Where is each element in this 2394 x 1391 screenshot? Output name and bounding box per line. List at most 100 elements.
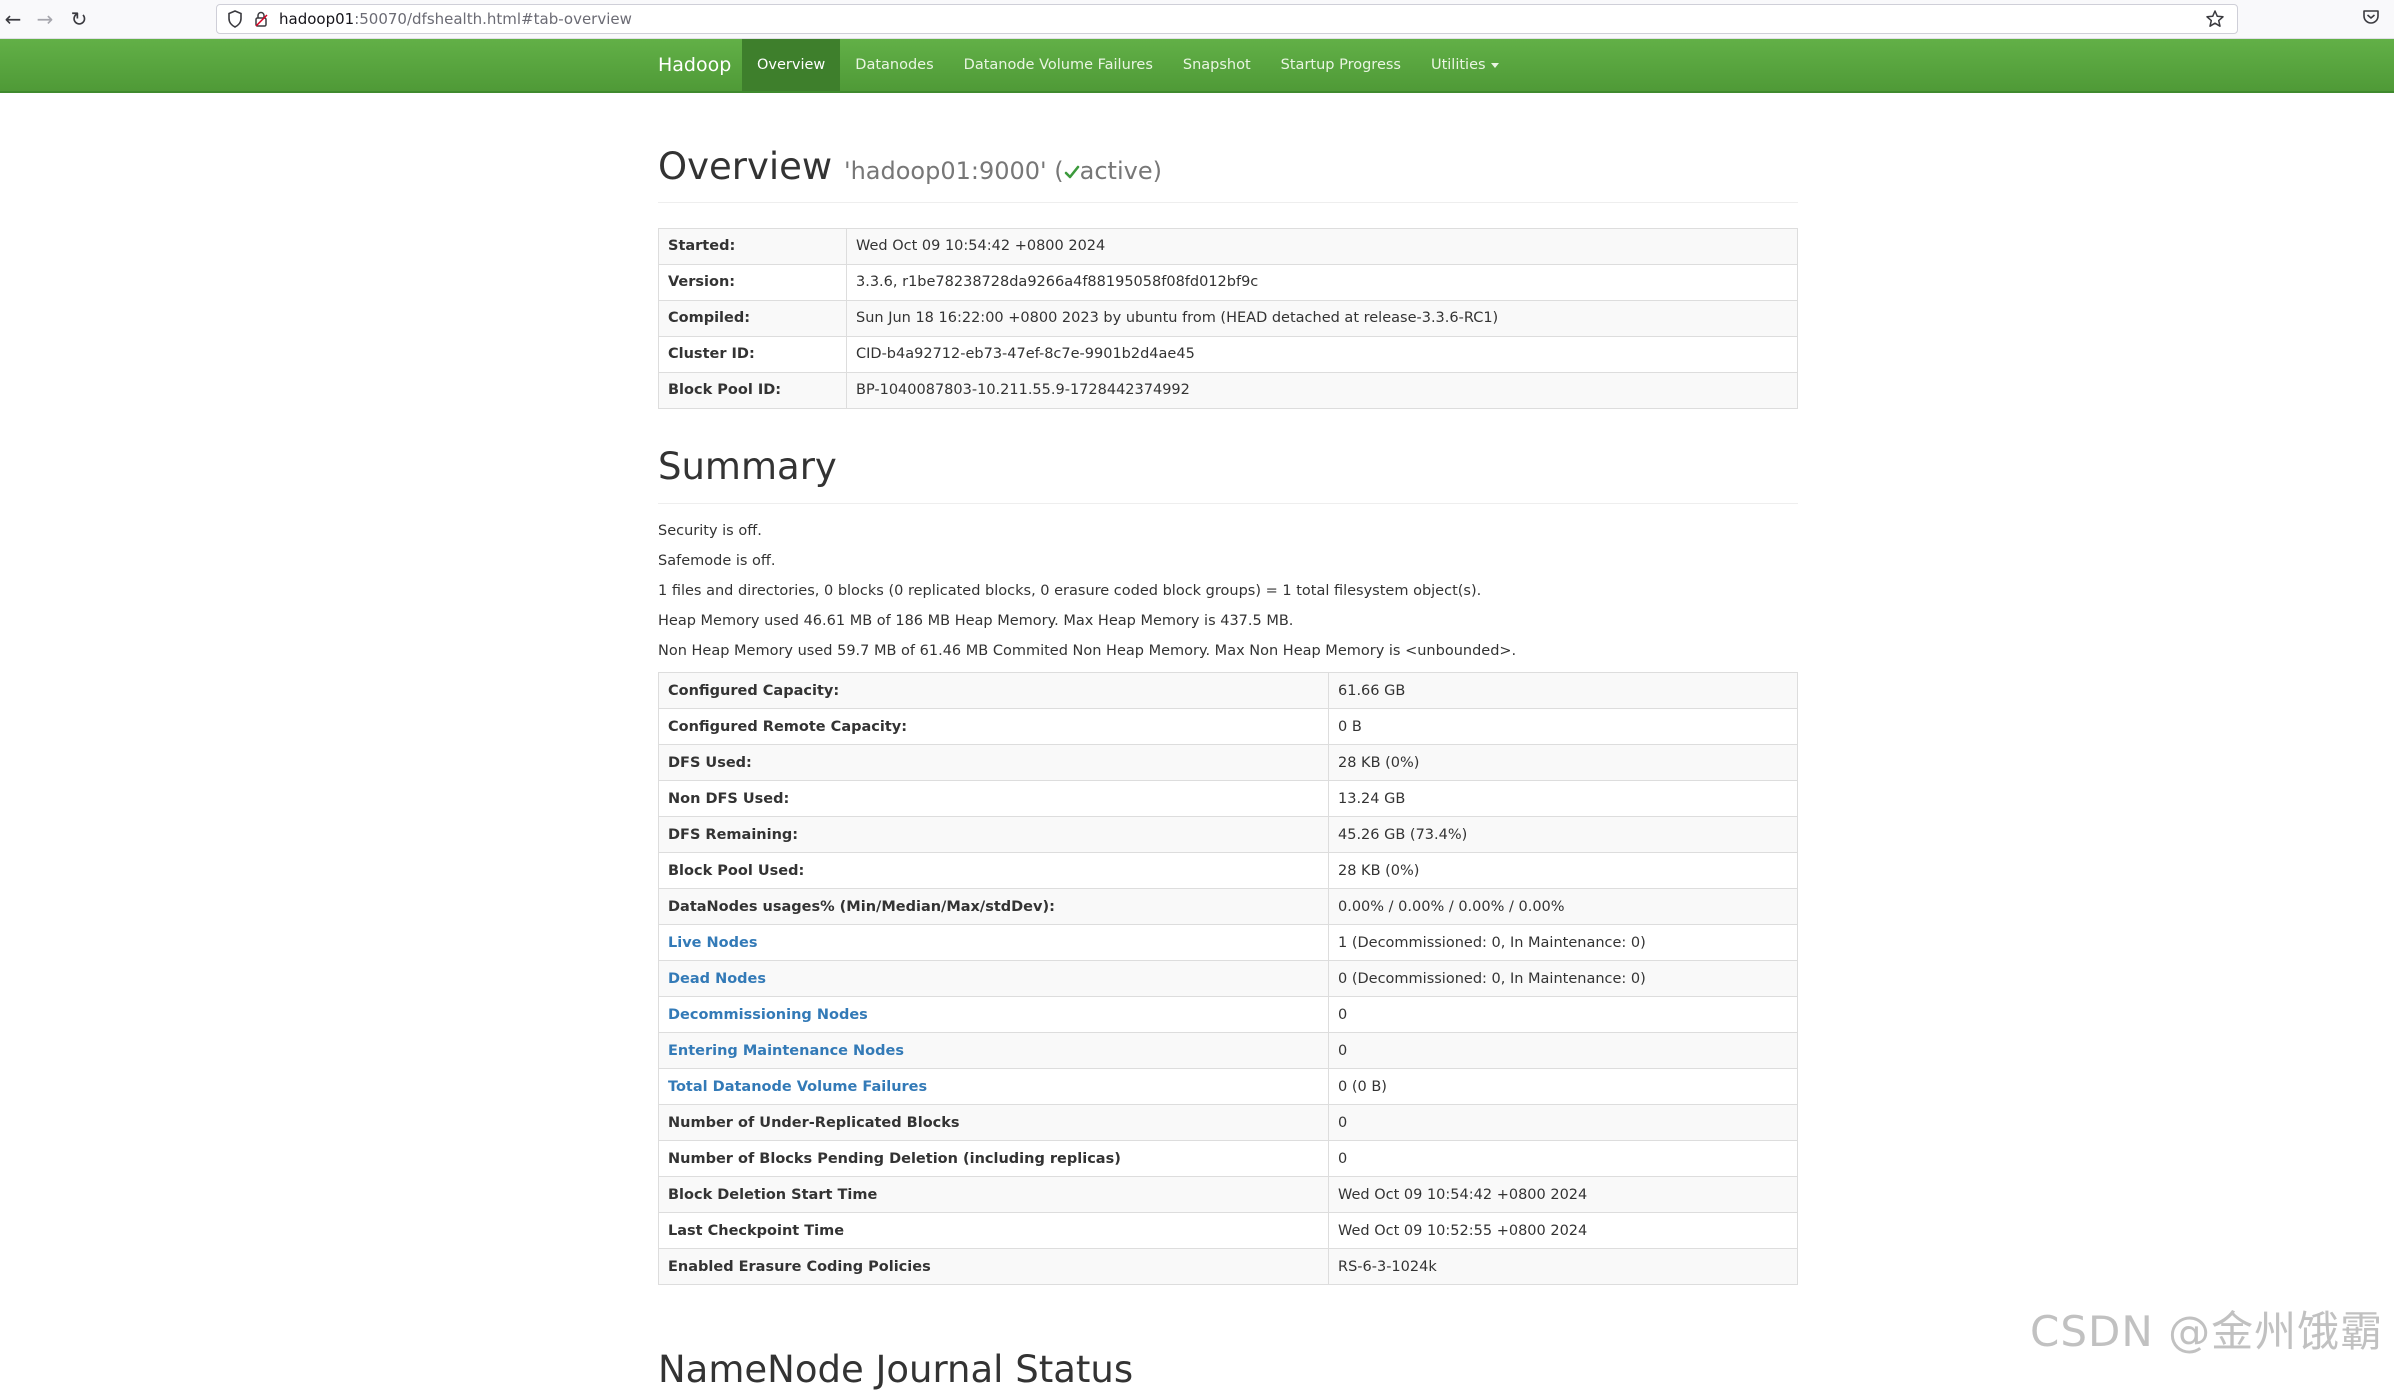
row-label: DFS Remaining: <box>658 816 1329 854</box>
dead-nodes-link[interactable]: Dead Nodes <box>668 971 766 987</box>
row-label: Number of Under-Replicated Blocks <box>658 1104 1329 1142</box>
brand-logo[interactable]: Hadoop <box>658 39 731 91</box>
nav-menu: Overview Datanodes Datanode Volume Failu… <box>742 39 1514 91</box>
row-value: CID-b4a92712-eb73-47ef-8c7e-9901b2d4ae45 <box>846 335 1798 373</box>
row-label: Block Pool Used: <box>658 852 1329 890</box>
overview-table: Started: Wed Oct 09 10:54:42 +0800 2024 V… <box>658 227 1798 409</box>
row-label: Cluster ID: <box>658 335 847 373</box>
table-row: Live Nodes 1 (Decommissioned: 0, In Maint… <box>658 924 1798 962</box>
summary-header: Summary <box>658 444 1798 505</box>
table-row: Started: Wed Oct 09 10:54:42 +0800 2024 <box>658 227 1798 265</box>
tab-datanodes[interactable]: Datanodes <box>840 39 948 91</box>
shield-icon[interactable] <box>227 10 243 32</box>
table-row: Version: 3.3.6, r1be78238728da9266a4f8819… <box>658 263 1798 301</box>
row-value: 0 <box>1328 1032 1798 1070</box>
table-row: Total Datanode Volume Failures 0 (0 B) <box>658 1068 1798 1106</box>
tab-startup-progress[interactable]: Startup Progress <box>1266 39 1416 91</box>
row-label: Configured Capacity: <box>658 672 1329 710</box>
live-nodes-link[interactable]: Live Nodes <box>668 935 758 951</box>
caret-down-icon <box>1490 62 1499 68</box>
url-host: hadoop01 <box>279 10 355 28</box>
security-status: Security is off. <box>658 523 762 540</box>
table-row: Enabled Erasure Coding Policies RS-6-3-10… <box>658 1248 1798 1286</box>
table-row: Entering Maintenance Nodes 0 <box>658 1032 1798 1070</box>
row-value: 0 <box>1328 1104 1798 1142</box>
namenode-address: 'hadoop01:9000' (active) <box>844 157 1162 185</box>
row-label: Enabled Erasure Coding Policies <box>658 1248 1329 1286</box>
safemode-status: Safemode is off. <box>658 553 776 570</box>
url-text[interactable]: hadoop01:50070/dfshealth.html#tab-overvi… <box>279 5 632 33</box>
tab-datanode-volume-failures[interactable]: Datanode Volume Failures <box>949 39 1168 91</box>
row-label: Non DFS Used: <box>658 780 1329 818</box>
page-title: Overview 'hadoop01:9000' (active) <box>658 145 1798 188</box>
overview-title: Overview <box>658 145 833 188</box>
tab-utilities-dropdown[interactable]: Utilities <box>1416 39 1514 91</box>
top-navbar: Hadoop Overview Datanodes Datanode Volum… <box>0 39 2394 93</box>
row-value: 0.00% / 0.00% / 0.00% / 0.00% <box>1328 888 1798 926</box>
url-path: :50070/dfshealth.html#tab-overview <box>354 10 632 28</box>
row-value: Wed Oct 09 10:54:42 +0800 2024 <box>1328 1176 1798 1214</box>
row-value: BP-1040087803-10.211.55.9-1728442374992 <box>846 371 1798 409</box>
volume-failures-link[interactable]: Total Datanode Volume Failures <box>668 1079 927 1095</box>
summary-lines: Security is off. Safemode is off. 1 file… <box>658 516 1798 666</box>
main-content: Overview 'hadoop01:9000' (active) Starte… <box>658 91 1798 1286</box>
overview-header: Overview 'hadoop01:9000' (active) <box>658 145 1798 203</box>
row-label: Started: <box>658 227 847 265</box>
star-icon[interactable] <box>2205 9 2225 33</box>
pocket-icon[interactable] <box>2362 8 2380 30</box>
table-row: Configured Capacity: 61.66 GB <box>658 672 1798 710</box>
row-label: DataNodes usages% (Min/Median/Max/stdDev… <box>658 888 1329 926</box>
table-row: Non DFS Used: 13.24 GB <box>658 780 1798 818</box>
row-value: 0 (0 B) <box>1328 1068 1798 1106</box>
row-value: Wed Oct 09 10:54:42 +0800 2024 <box>846 227 1798 265</box>
checkmark-icon <box>1064 159 1080 185</box>
address-bar[interactable]: hadoop01:50070/dfshealth.html#tab-overvi… <box>216 4 2238 34</box>
next-section-title-partial: NameNode Journal Status <box>658 1348 1134 1391</box>
heap-memory: Heap Memory used 46.61 MB of 186 MB Heap… <box>658 613 1294 630</box>
paren-open: ( <box>1054 157 1064 185</box>
row-value: Wed Oct 09 10:52:55 +0800 2024 <box>1328 1212 1798 1250</box>
watermark: CSDN @金州饿霸 <box>2030 1307 2384 1356</box>
namenode-host: 'hadoop01:9000' <box>843 157 1047 185</box>
row-value: 13.24 GB <box>1328 780 1798 818</box>
row-label: Compiled: <box>658 299 847 337</box>
row-value: 61.66 GB <box>1328 672 1798 710</box>
table-row: Configured Remote Capacity: 0 B <box>658 708 1798 746</box>
decommissioning-nodes-link[interactable]: Decommissioning Nodes <box>668 1007 868 1023</box>
table-row: Number of Blocks Pending Deletion (inclu… <box>658 1140 1798 1178</box>
reload-icon[interactable]: ↻ <box>66 6 92 32</box>
row-value: 0 <box>1328 1140 1798 1178</box>
table-row: Compiled: Sun Jun 18 16:22:00 +0800 2023 … <box>658 299 1798 337</box>
forward-arrow-icon[interactable]: → <box>32 6 58 32</box>
row-value: 45.26 GB (73.4%) <box>1328 816 1798 854</box>
tab-overview[interactable]: Overview <box>742 39 841 91</box>
table-row: Block Pool ID: BP-1040087803-10.211.55.9-… <box>658 371 1798 409</box>
table-row: Decommissioning Nodes 0 <box>658 996 1798 1034</box>
row-label: Configured Remote Capacity: <box>658 708 1329 746</box>
row-label-cell: Decommissioning Nodes <box>658 996 1329 1034</box>
row-value: 0 B <box>1328 708 1798 746</box>
filesystem-objects: 1 files and directories, 0 blocks (0 rep… <box>658 583 1482 600</box>
row-value: RS-6-3-1024k <box>1328 1248 1798 1286</box>
summary-table: Configured Capacity: 61.66 GB Configured … <box>658 672 1798 1286</box>
table-row: Block Deletion Start Time Wed Oct 09 10:5… <box>658 1176 1798 1214</box>
row-label: Block Pool ID: <box>658 371 847 409</box>
row-value: 0 (Decommissioned: 0, In Maintenance: 0) <box>1328 960 1798 998</box>
lock-icon[interactable] <box>253 10 269 32</box>
tab-snapshot[interactable]: Snapshot <box>1168 39 1266 91</box>
row-label: DFS Used: <box>658 744 1329 782</box>
utilities-label: Utilities <box>1430 57 1486 73</box>
summary-title: Summary <box>658 444 837 488</box>
row-value: 28 KB (0%) <box>1328 852 1798 890</box>
table-row: DFS Remaining: 45.26 GB (73.4%) <box>658 816 1798 854</box>
row-label-cell: Entering Maintenance Nodes <box>658 1032 1329 1070</box>
table-row: Cluster ID: CID-b4a92712-eb73-47ef-8c7e-9… <box>658 335 1798 373</box>
row-value: 0 <box>1328 996 1798 1034</box>
back-arrow-icon[interactable]: ← <box>0 6 26 32</box>
row-label-cell: Total Datanode Volume Failures <box>658 1068 1329 1106</box>
entering-maintenance-nodes-link[interactable]: Entering Maintenance Nodes <box>668 1043 904 1059</box>
row-value: 3.3.6, r1be78238728da9266a4f88195058f08f… <box>846 263 1798 301</box>
table-row: Block Pool Used: 28 KB (0%) <box>658 852 1798 890</box>
row-value: Sun Jun 18 16:22:00 +0800 2023 by ubuntu… <box>846 299 1798 337</box>
namenode-status: active <box>1079 157 1153 185</box>
